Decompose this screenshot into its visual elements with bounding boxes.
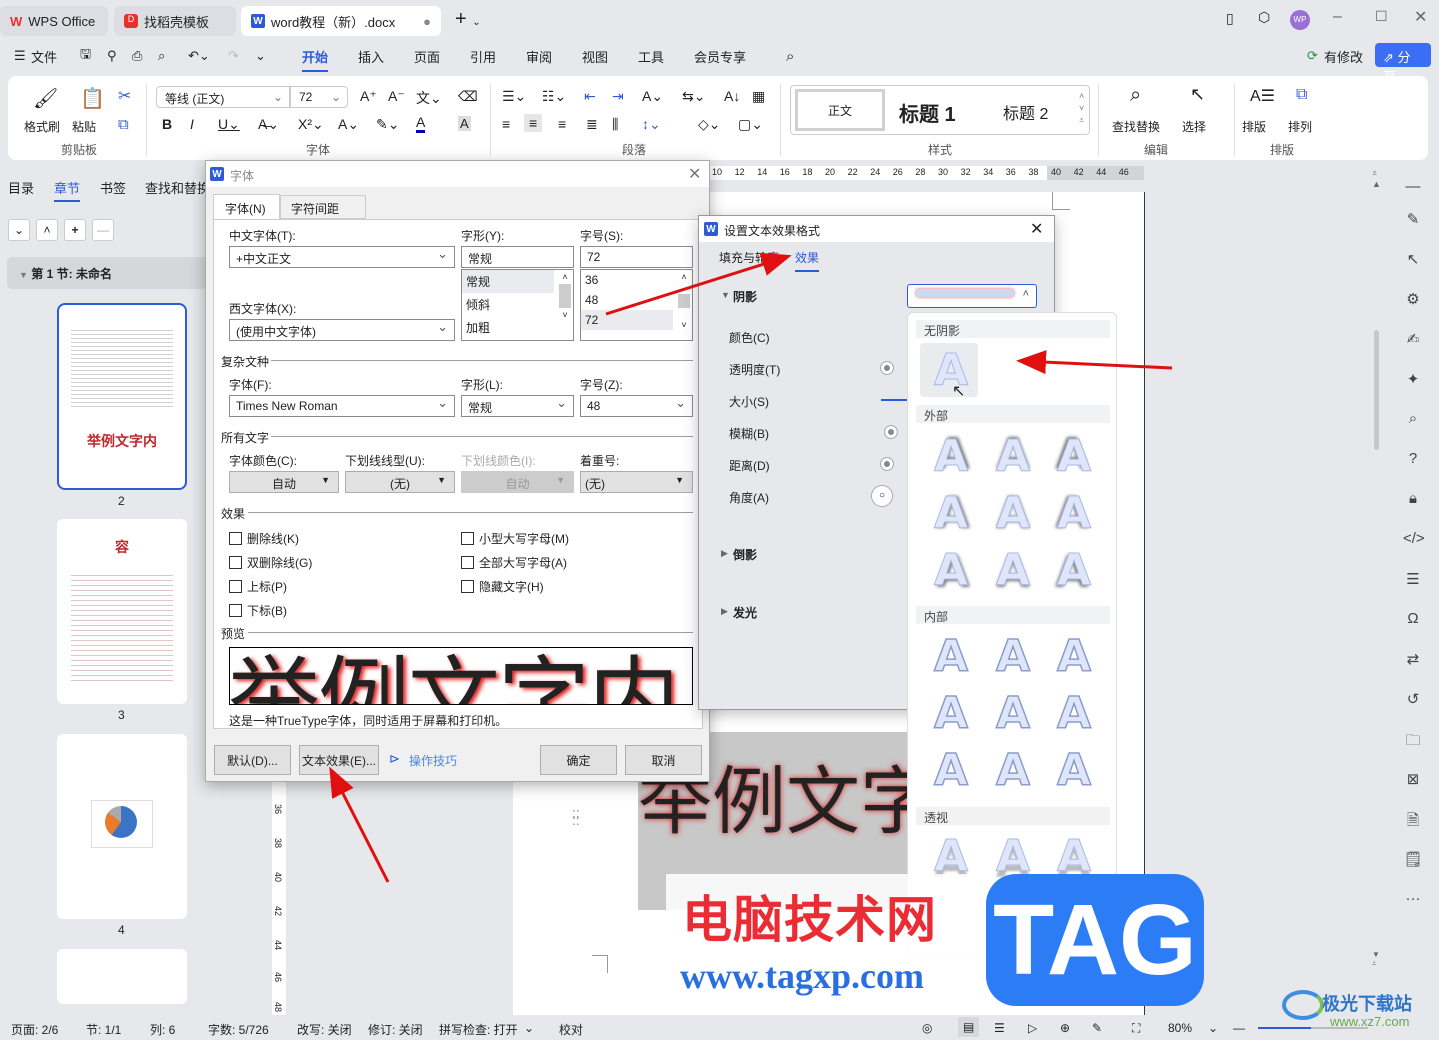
arrow-to-text-effect-button — [329, 766, 390, 883]
arrow-to-effects-tab — [605, 252, 792, 316]
corner-watermark: 极光下载站 — [1322, 994, 1412, 1014]
arrow-to-no-shadow — [1016, 350, 1173, 375]
corner-watermark-url: www.xz7.com — [1330, 1014, 1410, 1029]
annotation-arrows — [329, 252, 1173, 883]
corner-logo-icon — [1282, 990, 1324, 1020]
